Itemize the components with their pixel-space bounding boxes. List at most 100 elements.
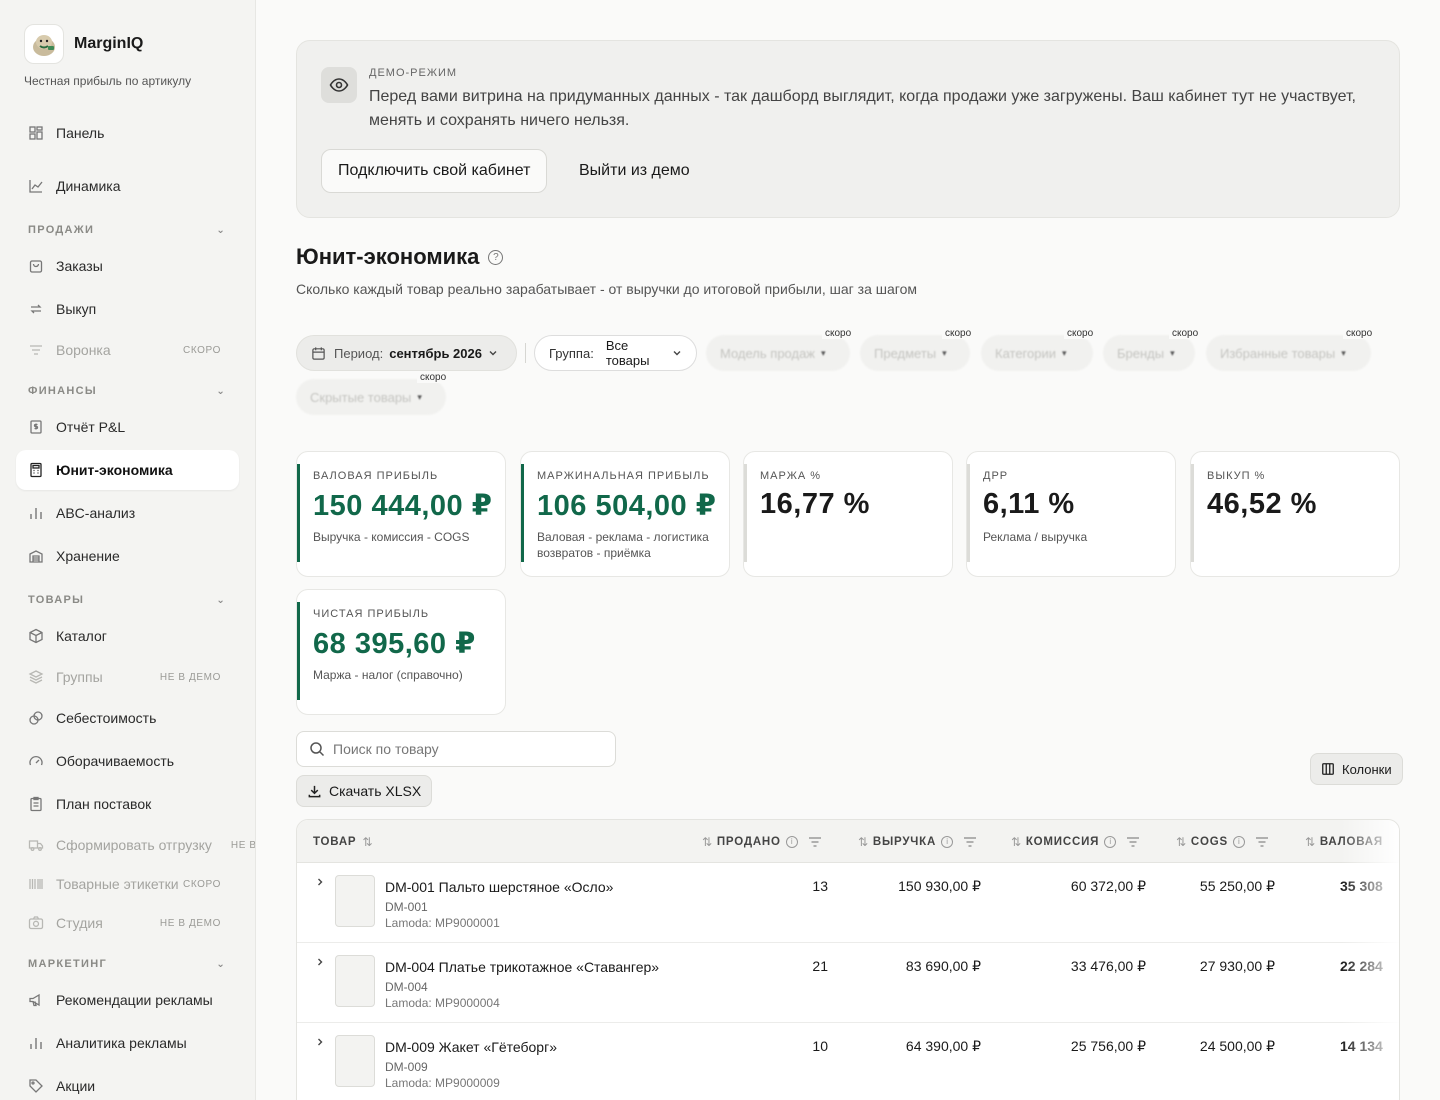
- filter-icon[interactable]: [808, 836, 822, 848]
- chevron-down-icon: ⌄: [216, 958, 226, 970]
- sidebar-item-promos[interactable]: Акции: [16, 1066, 239, 1100]
- columns-icon: [1321, 762, 1335, 776]
- kpi-value: 6,11 %: [983, 488, 1075, 520]
- sidebar-item-ads-analytics[interactable]: Аналитика рекламы: [16, 1023, 239, 1063]
- sidebar-item-storage[interactable]: Хранение: [16, 536, 239, 576]
- download-xlsx-button[interactable]: Скачать XLSX: [296, 775, 433, 807]
- sort-icon[interactable]: ⇅: [702, 835, 713, 849]
- product-thumbnail: [335, 955, 375, 1007]
- filter-icon[interactable]: [963, 836, 977, 848]
- categories-filter: Категории ▾: [981, 335, 1093, 371]
- product-marketplace-id: Lamoda: MP9000004: [385, 996, 500, 1010]
- sidebar-item-label: ABC-анализ: [56, 505, 136, 521]
- table-header: ТОВАР ⇅ ⇅ ПРОДАНО i ⇅ ВЫРУЧКА i ⇅ КОМИСС…: [297, 820, 1399, 863]
- group-filter[interactable]: Группа: Все товары: [534, 335, 697, 371]
- sort-icon[interactable]: ⇅: [858, 835, 869, 849]
- sidebar-item-supply-plan[interactable]: План поставок: [16, 784, 239, 824]
- brand[interactable]: MarginIQ: [24, 24, 143, 64]
- sidebar-item-catalog[interactable]: Каталог: [16, 616, 239, 656]
- filter-label: Предметы: [874, 345, 937, 361]
- expand-chevron-icon[interactable]: [315, 957, 325, 967]
- sidebar-item-pnl[interactable]: Отчёт P&L: [16, 407, 239, 447]
- kpi-buyout-percent: ВЫКУП % 46,52 %: [1190, 451, 1400, 577]
- sidebar-item-buyout[interactable]: Выкуп: [16, 289, 239, 329]
- demo-banner: ДЕМО-РЕЖИМ Перед вами витрина на придума…: [296, 40, 1400, 218]
- column-header-gross[interactable]: ⇅ ВАЛОВАЯ: [1305, 820, 1383, 863]
- column-header-sold[interactable]: ⇅ ПРОДАНО i: [702, 820, 822, 863]
- sidebar-item-dynamics[interactable]: Динамика: [16, 166, 239, 206]
- filter-label: Модель продаж: [720, 345, 815, 361]
- info-icon[interactable]: i: [1104, 835, 1117, 848]
- search-input[interactable]: [333, 741, 603, 757]
- sidebar-item-label: Каталог: [56, 628, 107, 644]
- sidebar-item-label: Выкуп: [56, 301, 97, 317]
- expand-chevron-icon[interactable]: [315, 877, 325, 887]
- section-marketing[interactable]: МАРКЕТИНГ ⌄: [28, 958, 226, 970]
- column-header-commission[interactable]: ⇅ КОМИССИЯ i: [1011, 820, 1140, 863]
- section-products[interactable]: ТОВАРЫ ⌄: [28, 594, 226, 606]
- sidebar-item-label: Динамика: [56, 178, 121, 194]
- expand-chevron-icon[interactable]: [315, 1037, 325, 1047]
- product-name[interactable]: DM-004 Платье трикотажное «Ставангер»: [385, 959, 659, 975]
- sort-icon[interactable]: ⇅: [1305, 835, 1316, 849]
- sort-icon[interactable]: ⇅: [362, 835, 373, 849]
- section-finance[interactable]: ФИНАНСЫ ⌄: [28, 385, 226, 397]
- sort-icon[interactable]: ⇅: [1011, 835, 1022, 849]
- help-icon[interactable]: ?: [488, 249, 504, 265]
- exit-demo-button[interactable]: Выйти из демо: [579, 149, 690, 193]
- info-icon[interactable]: i: [785, 835, 798, 848]
- column-header-cogs[interactable]: ⇅ COGS i: [1176, 820, 1269, 863]
- sidebar-item-abc[interactable]: ABC-анализ: [16, 493, 239, 533]
- kpi-gross-profit: ВАЛОВАЯ ПРИБЫЛЬ 150 444,00 ₽ Выручка - к…: [296, 451, 506, 577]
- kpi-title: ВЫКУП %: [1207, 470, 1266, 482]
- page-title: Юнит-экономика ?: [296, 244, 504, 270]
- product-name[interactable]: DM-009 Жакет «Гётеборг»: [385, 1039, 557, 1055]
- info-icon[interactable]: i: [941, 835, 954, 848]
- period-filter[interactable]: Период: сентябрь 2026: [296, 335, 517, 371]
- product-marketplace-id: Lamoda: MP9000009: [385, 1076, 500, 1090]
- filter-icon[interactable]: [1126, 836, 1140, 848]
- columns-label: Колонки: [1342, 761, 1392, 777]
- column-header-product[interactable]: ТОВАР ⇅: [313, 820, 377, 863]
- connect-account-button[interactable]: Подключить свой кабинет: [321, 149, 548, 193]
- sidebar-item-shipment: Сформировать отгрузку НЕ В ДЕМО: [16, 825, 255, 865]
- megaphone-icon: [28, 992, 44, 1008]
- sidebar-item-ads-reco[interactable]: Рекомендации рекламы: [16, 980, 239, 1020]
- sidebar-item-label: Хранение: [56, 548, 120, 564]
- kpi-value: 16,77 %: [760, 488, 870, 520]
- section-sales[interactable]: ПРОДАЖИ ⌄: [28, 224, 226, 236]
- sidebar-item-dashboard[interactable]: Панель: [16, 113, 239, 153]
- filter-label: Бренды: [1117, 345, 1165, 361]
- table-row[interactable]: DM-004 Платье трикотажное «Ставангер» DM…: [297, 943, 1399, 1023]
- brands-filter: Бренды ▾: [1103, 335, 1195, 371]
- sidebar-item-turnover[interactable]: Оборачиваемость: [16, 741, 239, 781]
- cell-sold: 13: [812, 878, 828, 894]
- sidebar-item-cost[interactable]: Себестоимость: [16, 698, 239, 738]
- sidebar-item-label: Сформировать отгрузку: [56, 837, 212, 853]
- columns-button[interactable]: Колонки: [1310, 753, 1403, 785]
- table-row[interactable]: DM-009 Жакет «Гётеборг» DM-009 Lamoda: M…: [297, 1023, 1399, 1100]
- coins-icon: [28, 710, 44, 726]
- column-header-revenue[interactable]: ⇅ ВЫРУЧКА i: [858, 820, 977, 863]
- product-marketplace-id: Lamoda: MP9000001: [385, 916, 500, 930]
- info-icon[interactable]: i: [1232, 835, 1245, 848]
- filter-icon[interactable]: [1255, 836, 1269, 848]
- cell-commission: 60 372,00 ₽: [1070, 878, 1146, 894]
- chevron-down-icon: ▾: [1062, 347, 1067, 358]
- kpi-accent-bar: [521, 464, 524, 562]
- sort-icon[interactable]: ⇅: [1176, 835, 1187, 849]
- not-in-demo-badge: НЕ В ДЕМО: [230, 839, 256, 851]
- table-row[interactable]: DM-001 Пальто шерстяное «Осло» DM-001 La…: [297, 863, 1399, 943]
- filter-divider: [525, 343, 526, 363]
- product-search[interactable]: [296, 731, 616, 767]
- filter-label: Категории: [995, 345, 1056, 361]
- sidebar-item-unit-economics[interactable]: Юнит-экономика: [16, 450, 239, 490]
- product-name[interactable]: DM-001 Пальто шерстяное «Осло»: [385, 879, 613, 895]
- product-sku: DM-004: [385, 980, 428, 994]
- sidebar-item-orders[interactable]: Заказы: [16, 246, 239, 286]
- kpi-description: Маржа - налог (справочно): [313, 668, 463, 682]
- sidebar-item-label: Акции: [56, 1078, 96, 1094]
- section-title: МАРКЕТИНГ: [28, 958, 107, 970]
- box-icon: [28, 628, 44, 644]
- clipboard-icon: [28, 796, 44, 812]
